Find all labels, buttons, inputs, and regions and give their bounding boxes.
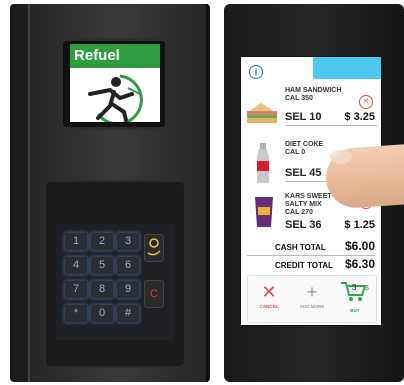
add-more-button[interactable]: + ADD MORE — [291, 276, 333, 322]
sandwich-icon — [247, 103, 277, 123]
item-name: DIET COKE — [285, 141, 324, 148]
totals-divider — [247, 255, 375, 256]
credit-total-label: CREDIT TOTAL — [275, 261, 333, 270]
coin-hand-icon — [147, 238, 161, 256]
key-7[interactable]: 7 — [64, 280, 88, 299]
key-9[interactable]: 9 — [116, 280, 140, 299]
item-selection: SEL 45 — [285, 167, 322, 179]
close-icon: ✕ — [261, 282, 277, 302]
key-6[interactable]: 6 — [116, 256, 140, 275]
buy-button[interactable]: 3 $ BUY — [334, 276, 376, 322]
svg-text:$: $ — [365, 285, 369, 292]
runner-logo-icon — [88, 74, 143, 122]
fingertip — [330, 150, 352, 164]
plus-icon: + — [306, 282, 318, 302]
key-star[interactable]: * — [64, 304, 88, 323]
keypad: 1 2 3 4 5 6 7 8 9 * 0 # C — [56, 224, 174, 340]
item-divider — [285, 125, 377, 126]
cancel-button[interactable]: ✕ CANCEL — [248, 276, 290, 322]
credit-total-value: $6.30 — [344, 257, 375, 271]
cash-total-label: CASH TOTAL — [275, 243, 326, 252]
key-5[interactable]: 5 — [90, 256, 114, 275]
payment-key[interactable] — [144, 234, 164, 262]
soda-bottle-icon — [257, 143, 269, 183]
scene: Refuel 1 2 3 4 5 6 7 8 9 * 0 # C i HAM S… — [0, 0, 404, 385]
item-price: $ 3.25 — [344, 111, 375, 123]
svg-text:3: 3 — [352, 283, 357, 292]
key-2[interactable]: 2 — [90, 232, 114, 251]
snack-bag-icon — [255, 197, 273, 227]
key-3[interactable]: 3 — [116, 232, 140, 251]
key-4[interactable]: 4 — [64, 256, 88, 275]
key-8[interactable]: 8 — [90, 280, 114, 299]
item-name: HAM SANDWICH — [285, 87, 342, 94]
cash-total-value: $6.00 — [344, 239, 375, 253]
item-calories: CAL 350 — [285, 95, 313, 102]
remove-item-icon[interactable]: × — [359, 95, 373, 109]
list-item[interactable]: HAM SANDWICH CAL 350 SEL 10 $ 3.25 × — [241, 81, 381, 141]
action-buttons: ✕ CANCEL + ADD MORE 3 $ BUY — [247, 275, 377, 323]
mini-screen: Refuel — [70, 44, 160, 122]
item-price: $ 1.25 — [344, 219, 375, 231]
screen-header-accent — [313, 57, 381, 79]
mini-screen-title: Refuel — [70, 44, 160, 68]
item-selection: SEL 36 — [285, 219, 322, 231]
cancel-key[interactable]: C — [144, 280, 164, 308]
item-calories: CAL 270 — [285, 209, 313, 216]
key-0[interactable]: 0 — [90, 304, 114, 323]
key-hash[interactable]: # — [116, 304, 140, 323]
info-icon[interactable]: i — [249, 65, 263, 79]
key-1[interactable]: 1 — [64, 232, 88, 251]
item-selection: SEL 10 — [285, 111, 322, 123]
cart-icon: 3 $ — [341, 282, 369, 301]
item-calories: CAL 0 — [285, 149, 306, 156]
